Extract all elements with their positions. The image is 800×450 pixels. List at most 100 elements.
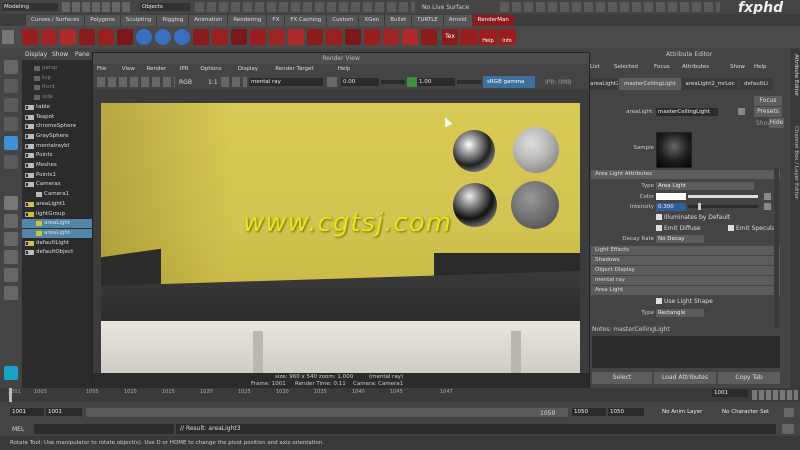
shelf-tool-icon[interactable] <box>41 29 57 45</box>
color-map-icon[interactable] <box>764 193 771 200</box>
outliner-item[interactable]: Points <box>22 151 92 160</box>
intensity-map-icon[interactable] <box>764 203 771 210</box>
exposure-field[interactable]: 0.00 <box>341 78 379 86</box>
gamma-field[interactable]: 1.00 <box>417 78 455 86</box>
select-tool-icon[interactable] <box>4 60 18 74</box>
shelf-tool-icon[interactable] <box>212 29 228 45</box>
outliner-item[interactable]: table <box>22 103 92 112</box>
shelf-tool-icon[interactable] <box>174 29 190 45</box>
render-menu-render[interactable]: Render <box>147 66 167 72</box>
outliner-item[interactable]: persp <box>22 64 92 73</box>
illuminates-checkbox[interactable] <box>656 214 662 220</box>
shelf-tool-icon[interactable] <box>193 29 209 45</box>
intensity-slider-handle[interactable] <box>698 203 701 210</box>
shelf-tool-icon[interactable] <box>307 29 323 45</box>
shelf-tab-arnold[interactable]: Arnold <box>443 15 472 26</box>
emit-diffuse-checkbox[interactable] <box>656 225 662 231</box>
layout-persp-icon[interactable] <box>4 286 18 300</box>
current-frame-field[interactable]: 1001 <box>712 389 748 397</box>
shelf-tool-icon[interactable] <box>326 29 342 45</box>
shelf-tool-icon[interactable] <box>269 29 285 45</box>
shelf-tool-icon[interactable] <box>383 29 399 45</box>
side-tab-attribute-editor[interactable]: Attribute Editor <box>793 54 799 96</box>
exposure-slider[interactable] <box>381 80 405 84</box>
outliner-item[interactable]: mentalraybl <box>22 142 92 151</box>
color-swatch[interactable] <box>656 193 686 200</box>
section-light-effects[interactable]: Light Effects <box>591 246 780 255</box>
lasso-tool-icon[interactable] <box>4 79 18 93</box>
node-goto-icon[interactable] <box>738 108 745 115</box>
rgb-toggle[interactable]: RGB <box>179 79 192 86</box>
outliner-item[interactable]: areaLight <box>22 228 92 238</box>
outliner-menu-display[interactable]: Display <box>25 51 47 58</box>
emit-specular-checkbox[interactable] <box>728 225 734 231</box>
ratio-button[interactable]: 1:1 <box>208 79 218 86</box>
section-mental-ray[interactable]: mental ray <box>591 276 780 285</box>
range-slider[interactable] <box>86 408 568 417</box>
shelf-tool-icon[interactable] <box>60 29 76 45</box>
gamma-slider[interactable] <box>457 80 481 84</box>
outliner-item[interactable]: Teapot <box>22 113 92 122</box>
render-menu-help[interactable]: Help <box>338 66 351 72</box>
renderer-dropdown[interactable]: mental ray <box>249 78 323 86</box>
color-slider[interactable] <box>688 195 758 198</box>
outliner-item[interactable]: areaLight1 <box>22 200 92 209</box>
range-start-field[interactable]: 1001 <box>46 408 82 416</box>
end-frame-field[interactable]: 1050 <box>608 408 644 416</box>
colorspace-button[interactable]: sRGB gamma <box>483 76 535 88</box>
load-attributes-button[interactable]: Load Attributes <box>654 372 716 384</box>
attr-tab[interactable]: masterCellingLight <box>619 78 681 90</box>
decay-dropdown[interactable]: No Decay <box>656 235 704 243</box>
tex-icon[interactable]: Tex <box>442 29 458 45</box>
section-area-light-mr[interactable]: Area Light <box>591 286 780 295</box>
outliner-item[interactable]: Meshes <box>22 161 92 170</box>
shelf-tab-fx[interactable]: FX <box>267 15 285 26</box>
shelf-tool-icon[interactable] <box>345 29 361 45</box>
shelf-tab-custom[interactable]: Custom <box>327 15 359 26</box>
outliner-menu-show[interactable]: Show <box>52 51 68 58</box>
use-shape-checkbox[interactable] <box>656 298 662 304</box>
mash-logo-icon[interactable] <box>4 366 18 380</box>
layout-two-icon[interactable] <box>4 232 18 246</box>
outliner-item[interactable]: areaLight <box>22 219 92 229</box>
layout-single-icon[interactable] <box>4 196 18 210</box>
layout-quad-icon[interactable] <box>4 214 18 228</box>
outliner-item[interactable]: defaultLight <box>22 239 92 248</box>
attr-menu-list[interactable]: List <box>590 64 600 70</box>
render-image[interactable] <box>101 103 580 373</box>
outliner-item[interactable]: Points1 <box>22 171 92 180</box>
type-dropdown[interactable]: Area Light <box>656 182 754 190</box>
objects-dropdown[interactable]: Objects <box>140 3 190 11</box>
start-frame-field[interactable]: 1001 <box>10 408 44 416</box>
notes-field[interactable] <box>592 336 780 368</box>
outliner-item[interactable]: side <box>22 93 92 102</box>
shelf-tool-icon[interactable] <box>364 29 380 45</box>
outliner-menu-pane[interactable]: Pane <box>75 51 90 58</box>
shelf-tab-rigging[interactable]: Rigging <box>157 15 189 26</box>
command-input[interactable] <box>34 424 174 434</box>
shelf-tool-icon[interactable] <box>22 29 38 45</box>
shelf-tab-fx-caching[interactable]: FX Caching <box>285 15 327 26</box>
prefs-icon[interactable] <box>784 408 794 417</box>
help-icon[interactable]: Help <box>479 29 497 45</box>
attr-tab[interactable]: areaLight2 <box>590 78 618 90</box>
outliner-item[interactable]: top <box>22 74 92 83</box>
paint-tool-icon[interactable] <box>4 98 18 112</box>
layout-graph-icon[interactable] <box>4 268 18 282</box>
shelf-tab-sculpting[interactable]: Sculpting <box>120 15 157 26</box>
attr-tab[interactable]: defaultLi <box>739 78 773 90</box>
intensity-field[interactable]: 0.300 <box>656 203 686 211</box>
shelf-settings-icon[interactable] <box>2 30 14 44</box>
shelf-tab-xgen[interactable]: XGen <box>359 15 385 26</box>
shelf-tool-icon[interactable] <box>98 29 114 45</box>
scale-tool-icon[interactable] <box>4 155 18 169</box>
timeline[interactable]: 1001 1003 1005 1010 1015 1020 1025 1030 1035 1040… <box>0 388 800 402</box>
shelf-tool-icon[interactable] <box>155 29 171 45</box>
render-menu-file[interactable]: File <box>97 66 106 72</box>
select-button[interactable]: Select <box>592 372 652 384</box>
section-area-light[interactable]: Area Light Attributes <box>591 170 780 179</box>
attr-scrollbar[interactable] <box>774 168 779 328</box>
outliner-item[interactable]: GraySphere <box>22 132 92 141</box>
presets-button[interactable]: Presets <box>754 107 782 117</box>
shelf-tab-bullet[interactable]: Bullet <box>385 15 412 26</box>
